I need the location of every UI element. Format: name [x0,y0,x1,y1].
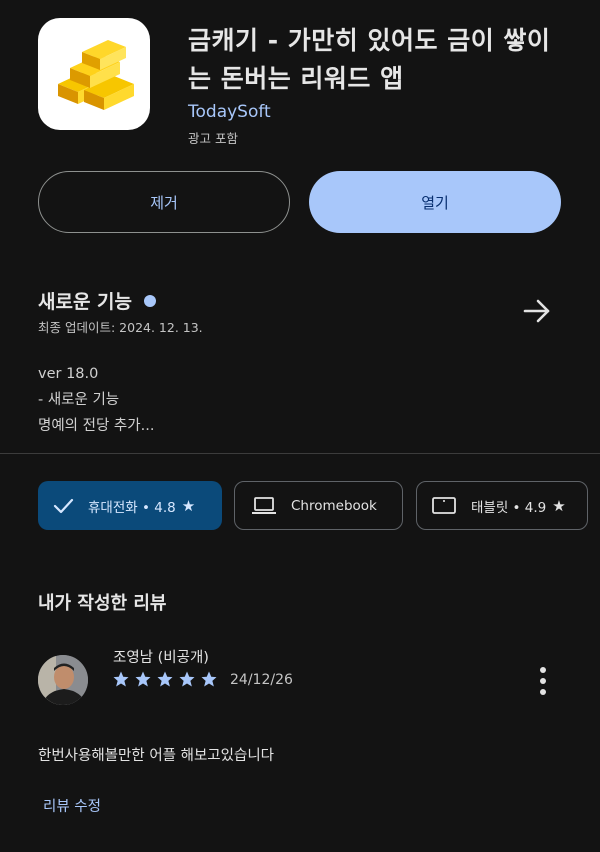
avatar [38,655,88,705]
app-title: 금캐기 - 가만히 있어도 금이 쌓이는 돈버는 리워드 앱 [188,26,551,93]
new-indicator-dot [144,294,157,307]
star-icon [113,671,129,687]
device-chip-chromebook[interactable]: Chromebook [234,481,403,530]
my-review-heading: 내가 작성한 리뷰 [38,593,167,614]
open-button-label: 열기 [421,193,449,212]
ad-notice: 광고 포함 [188,131,238,146]
release-notes: ver 18.0 - 새로운 기능 명예의 전당 추가... [38,361,154,439]
check-icon [53,498,74,513]
arrow-right-icon[interactable] [520,294,554,328]
uninstall-button[interactable]: 제거 [38,171,290,233]
app-icon [38,18,150,130]
device-chip-phone[interactable]: 휴대전화 • 4.8 ★ [38,481,222,530]
star-icon: ★ [181,496,196,515]
uninstall-button-label: 제거 [150,193,178,212]
star-icon: ★ [552,496,566,515]
last-updated: 최종 업데이트: 2024. 12. 13. [38,320,203,335]
open-button[interactable]: 열기 [309,171,561,233]
release-note-line: 명예의 전당 추가... [38,418,155,434]
more-options-icon[interactable] [530,664,556,698]
divider [0,453,600,454]
star-icon [201,671,217,687]
device-chip-tablet[interactable]: 태블릿 • 4.9 ★ [416,481,588,530]
version-text: ver 18.0 [38,366,99,382]
release-note-line: - 새로운 기능 [38,392,120,408]
edit-review-button[interactable]: 리뷰 수정 [43,795,101,816]
review-date: 24/12/26 [230,672,293,688]
gold-bars-icon [58,40,134,110]
star-icon [179,671,195,687]
review-text: 한번사용해볼만한 어플 해보고있습니다 [38,748,274,764]
star-rating [112,670,218,688]
device-chip-label: Chromebook [291,497,377,514]
device-chip-label: 태블릿 • 4.9 [471,499,547,516]
tablet-icon [432,496,456,514]
laptop-icon [252,496,276,514]
device-chip-label: 휴대전화 • 4.8 [88,499,176,516]
star-icon [157,671,173,687]
developer-link[interactable]: TodaySoft [188,102,271,122]
whats-new-heading: 새로운 기능 [38,291,133,313]
whats-new-title: 새로운 기능 [38,287,157,314]
star-icon [135,671,151,687]
reviewer-name: 조영남 (비공개) [113,650,209,666]
